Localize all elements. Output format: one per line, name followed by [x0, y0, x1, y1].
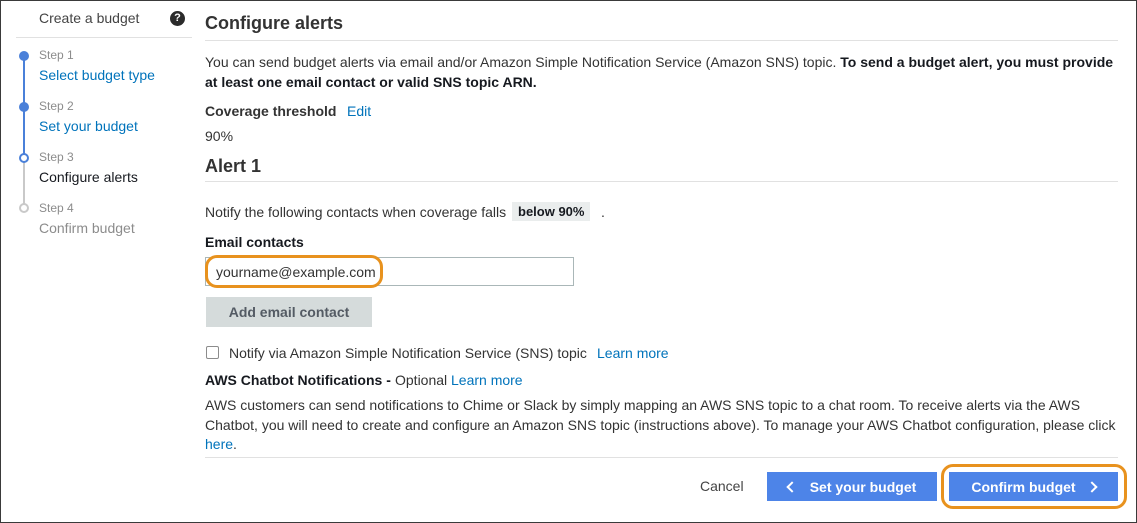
sidebar-divider: [16, 37, 192, 38]
wizard-sidebar: Create a budget ? Step 1 Select budget t…: [0, 0, 192, 521]
step-4-number: Step 4: [39, 201, 74, 215]
step-4-label: Confirm budget: [39, 220, 135, 236]
step-1-number: Step 1: [39, 48, 74, 62]
chatbot-here-period: .: [233, 436, 237, 452]
help-circle-icon[interactable]: ?: [170, 11, 185, 26]
cancel-button[interactable]: Cancel: [700, 478, 744, 494]
chatbot-optional-label: Optional: [395, 372, 448, 388]
previous-step-label: Set your budget: [809, 478, 917, 495]
email-contacts-label: Email contacts: [205, 234, 304, 250]
email-contact-input[interactable]: [205, 257, 574, 286]
chatbot-description: AWS customers can send notifications to …: [205, 396, 1118, 455]
confirm-budget-label: Confirm budget: [971, 478, 1076, 495]
alert-title: Alert 1: [205, 156, 262, 176]
notify-period: .: [601, 204, 605, 220]
chatbot-description-text: AWS customers can send notifications to …: [205, 397, 1116, 433]
threshold-badge: below 90%: [512, 202, 591, 221]
coverage-threshold-label: Coverage threshold: [205, 103, 337, 119]
step-connector-2: [23, 107, 25, 158]
step-3-number: Step 3: [39, 150, 74, 164]
chatbot-title: AWS Chatbot Notifications -: [205, 372, 391, 388]
step-3-label: Configure alerts: [39, 169, 138, 185]
step-1-dot: [19, 51, 29, 61]
sns-topic-label: Notify via Amazon Simple Notification Se…: [229, 345, 587, 361]
step-connector-1: [23, 56, 25, 107]
intro-plain: You can send budget alerts via email and…: [205, 54, 837, 70]
footer-divider: [205, 457, 1118, 458]
sns-topic-checkbox[interactable]: [206, 346, 219, 359]
chevron-right-icon: [1085, 480, 1098, 493]
title-divider: [205, 40, 1118, 41]
coverage-edit-link[interactable]: Edit: [347, 103, 371, 119]
step-connector-3: [23, 158, 25, 208]
step-1-link[interactable]: Select budget type: [39, 67, 155, 83]
add-email-contact-button[interactable]: Add email contact: [206, 297, 372, 327]
step-4-dot: [19, 203, 29, 213]
notify-text: Notify the following contacts when cover…: [205, 204, 507, 220]
chatbot-here-link[interactable]: here: [205, 436, 233, 452]
step-3-dot: [19, 153, 29, 163]
chevron-left-icon: [786, 480, 798, 493]
coverage-threshold-value: 90%: [205, 128, 234, 144]
sns-learn-more-link[interactable]: Learn more: [597, 345, 669, 361]
step-2-link[interactable]: Set your budget: [39, 118, 138, 134]
chatbot-learn-more-link[interactable]: Learn more: [451, 372, 523, 388]
alert-divider: [205, 181, 1118, 182]
sidebar-title: Create a budget: [39, 10, 140, 26]
intro-text: You can send budget alerts via email and…: [205, 52, 1118, 92]
step-2-number: Step 2: [39, 99, 74, 113]
page-title: Configure alerts: [205, 13, 344, 33]
step-2-dot: [19, 102, 29, 112]
confirm-budget-button[interactable]: Confirm budget: [949, 472, 1118, 501]
previous-step-button[interactable]: Set your budget: [767, 472, 937, 501]
